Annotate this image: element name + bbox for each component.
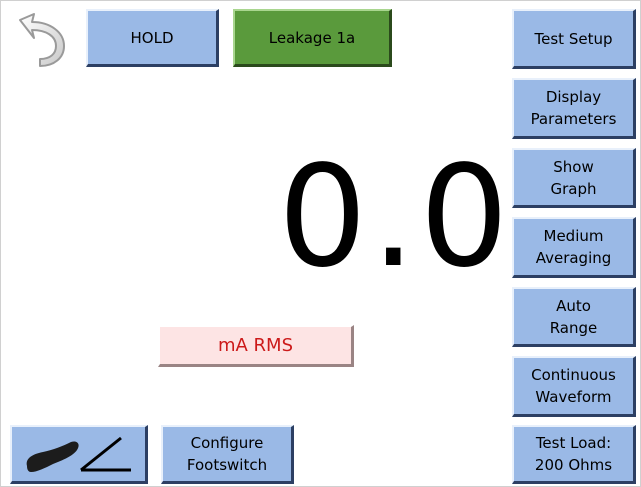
sidebar-item-label: Show Graph [550,157,597,198]
test-mode-label: Leakage 1a [268,28,356,47]
back-arrow-icon [19,13,65,67]
back-button[interactable] [10,10,72,70]
measurement-reading: 0.0 [278,136,513,299]
sidebar-item-label: Auto Range [549,296,598,337]
waveform-button[interactable]: Continuous Waveform [512,356,636,417]
test-setup-button[interactable]: Test Setup [512,9,636,69]
unit-label: mA RMS [158,325,354,367]
display-parameters-button[interactable]: Display Parameters [512,78,636,139]
sidebar-item-label: Test Load: 200 Ohms [534,434,613,474]
unit-text: mA RMS [217,335,294,356]
range-button[interactable]: Auto Range [512,287,636,347]
sidebar-item-label: Medium Averaging [535,227,612,267]
averaging-button[interactable]: Medium Averaging [512,217,636,278]
show-graph-button[interactable]: Show Graph [512,148,636,208]
sidebar-item-label: Display Parameters [530,88,617,128]
configure-footswitch-button[interactable]: Configure Footswitch [161,425,294,484]
footswitch-toggle-button[interactable] [10,425,148,484]
hold-button[interactable]: HOLD [86,9,219,67]
sidebar-item-label: Continuous Waveform [531,366,616,406]
sidebar-item-label: Test Setup [534,29,613,48]
configure-footswitch-label: Configure Footswitch [186,434,268,474]
test-mode-button[interactable]: Leakage 1a [233,9,392,67]
hold-label: HOLD [130,28,174,47]
test-load-button[interactable]: Test Load: 200 Ohms [512,425,636,484]
footswitch-pedal-icon [26,436,131,472]
